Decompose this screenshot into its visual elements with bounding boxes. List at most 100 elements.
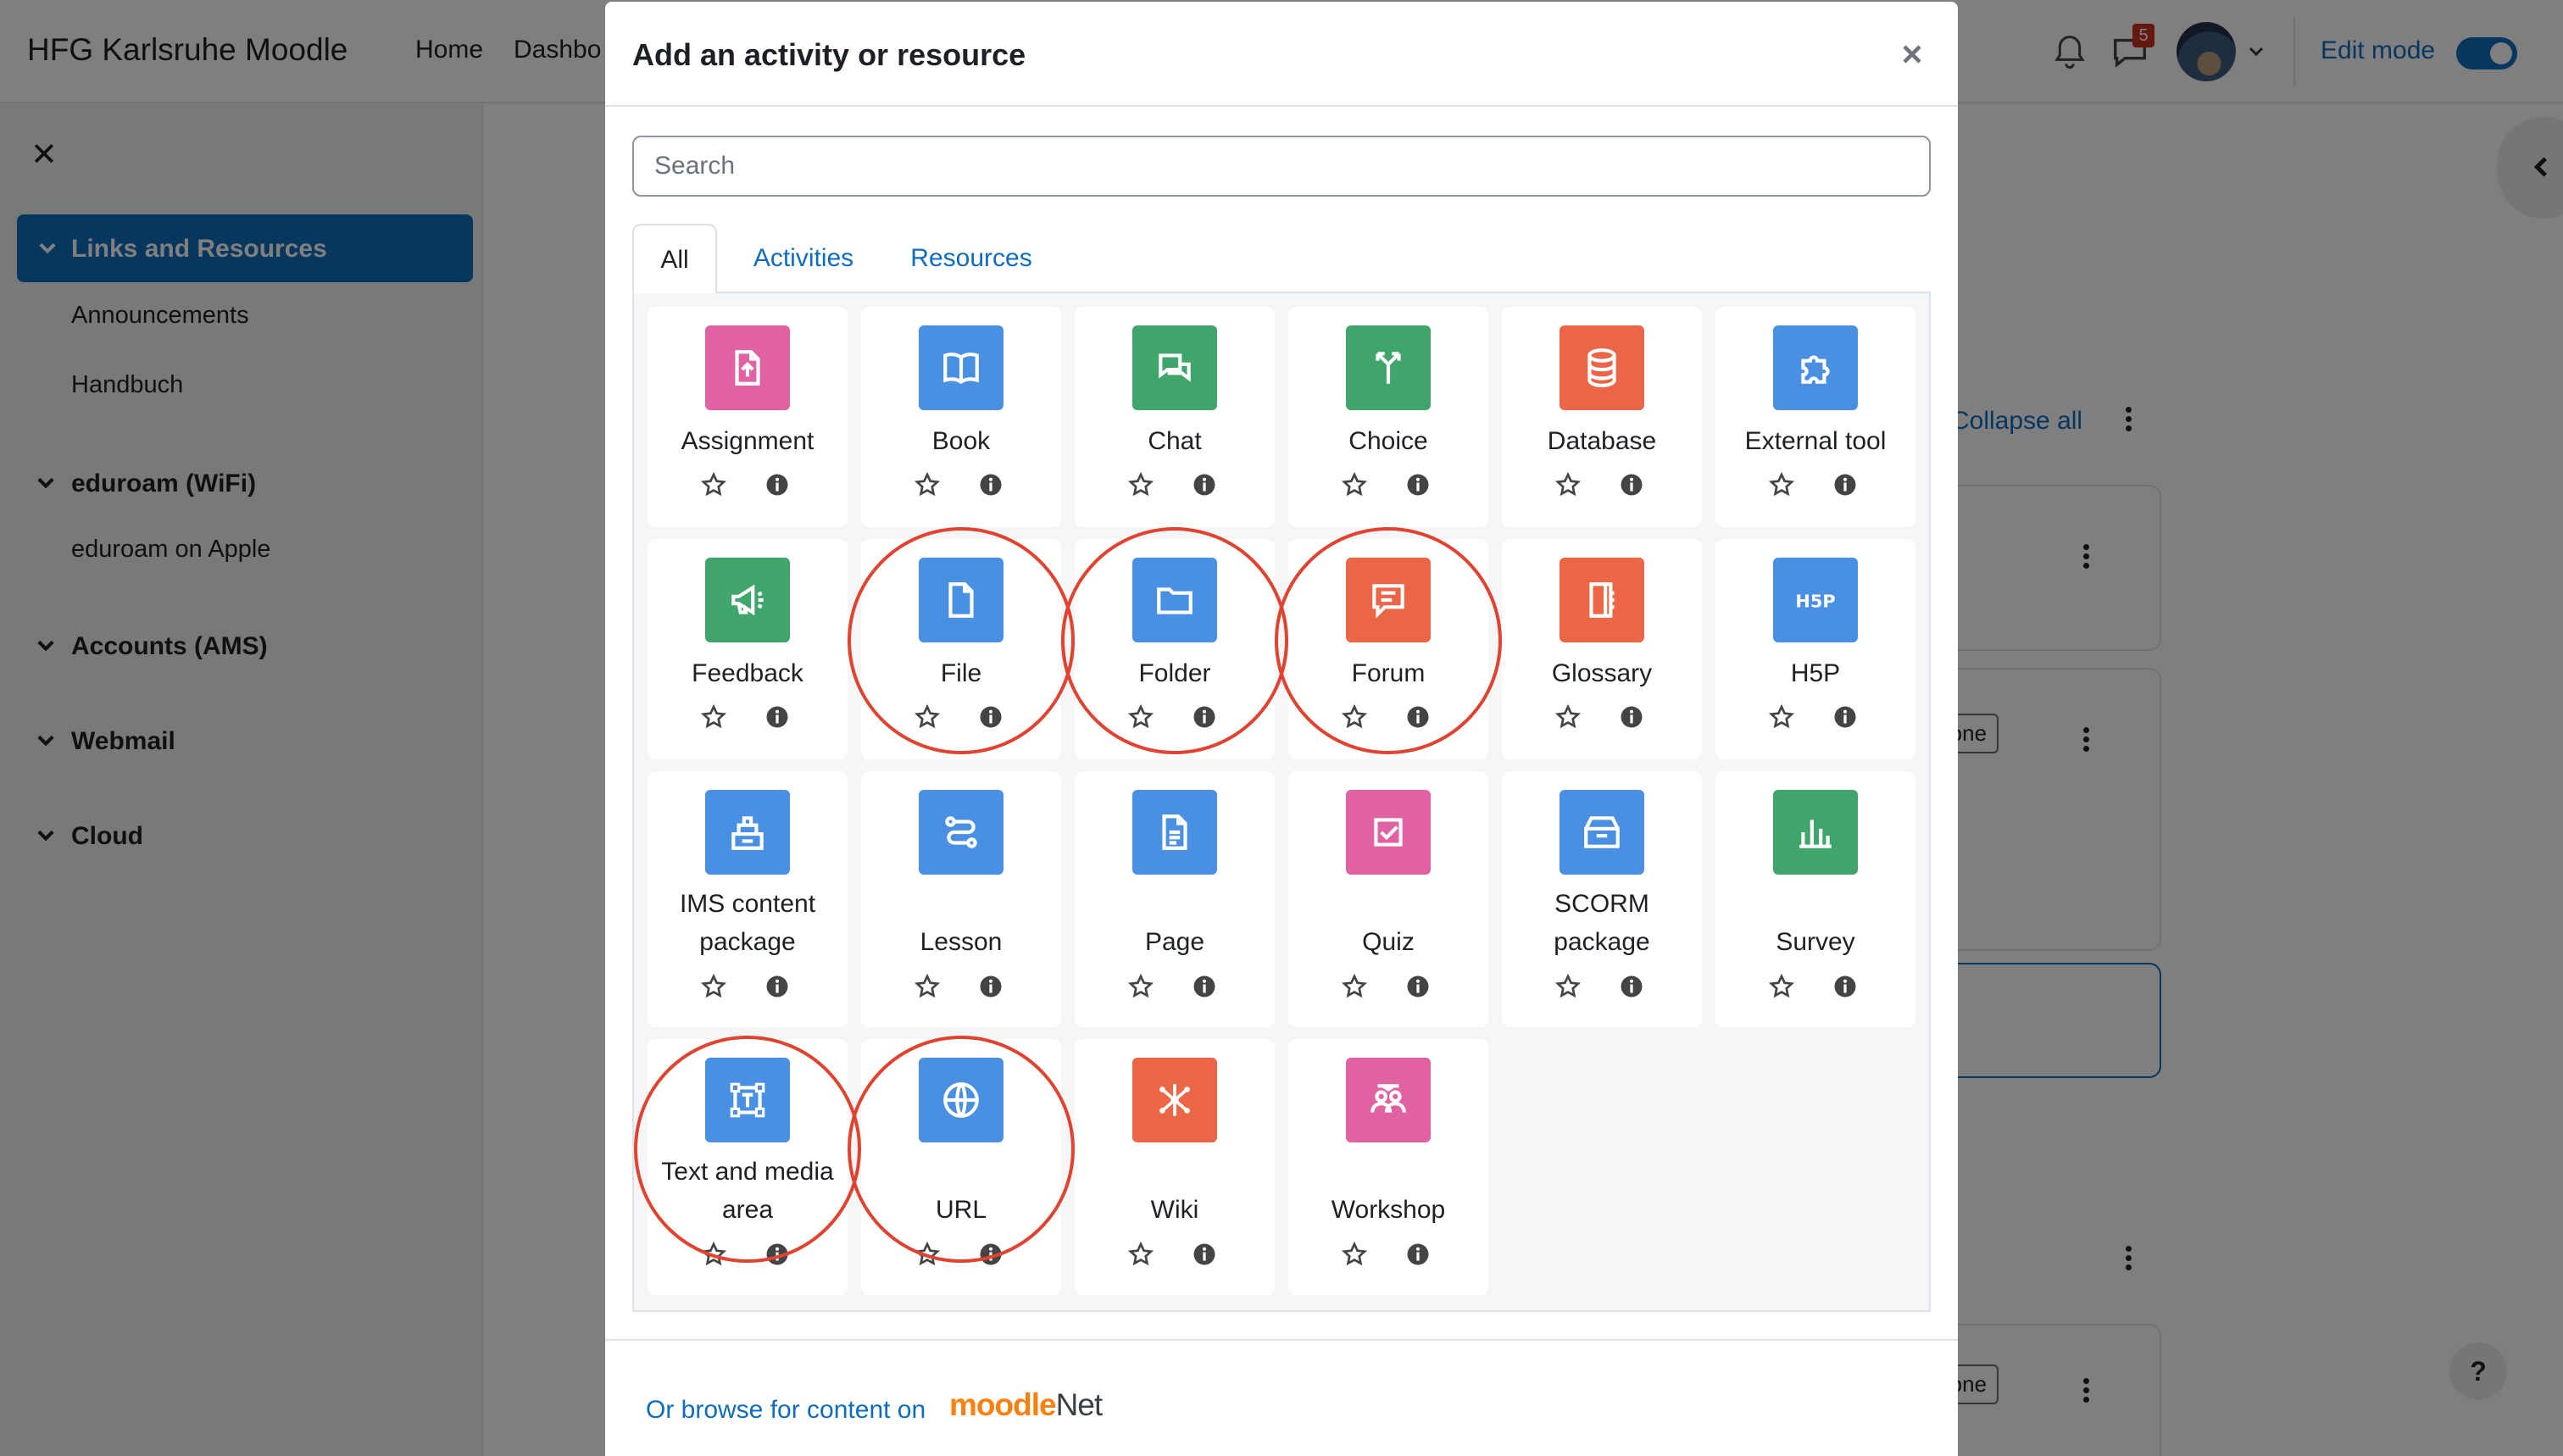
star-icon[interactable]: [1768, 471, 1795, 498]
info-icon[interactable]: [1192, 704, 1217, 730]
activity-h5p[interactable]: H5P H5P: [1715, 539, 1915, 759]
h5p-icon-tile[interactable]: H5P: [1773, 558, 1858, 642]
activity-chat[interactable]: Chat: [1075, 307, 1275, 527]
database-icon-tile[interactable]: [1559, 325, 1644, 410]
star-icon[interactable]: [1341, 973, 1368, 1000]
activity-feedback[interactable]: Feedback: [648, 539, 848, 759]
folder-icon-tile[interactable]: [1132, 558, 1217, 642]
info-icon[interactable]: [1192, 1242, 1217, 1267]
info-icon[interactable]: [1405, 974, 1431, 999]
star-icon[interactable]: [914, 703, 941, 731]
activity-name[interactable]: Assignment: [648, 422, 848, 460]
info-icon[interactable]: [764, 472, 790, 497]
activity-name[interactable]: Text and media area: [648, 1153, 848, 1229]
text-media-icon-tile[interactable]: [705, 1058, 790, 1142]
activity-name[interactable]: Forum: [1288, 654, 1488, 692]
activity-name[interactable]: Feedback: [648, 654, 848, 692]
info-icon[interactable]: [764, 1242, 790, 1267]
star-icon[interactable]: [1554, 973, 1582, 1000]
activity-name[interactable]: Choice: [1288, 422, 1488, 460]
activity-page[interactable]: Page: [1075, 771, 1275, 1027]
activity-forum[interactable]: Forum: [1288, 539, 1488, 759]
activity-file[interactable]: File: [861, 539, 1061, 759]
forum-icon-tile[interactable]: [1346, 558, 1431, 642]
activity-text-and-media-area[interactable]: Text and media area: [648, 1039, 848, 1295]
star-icon[interactable]: [1127, 703, 1154, 731]
info-icon[interactable]: [1832, 472, 1858, 497]
info-icon[interactable]: [1619, 704, 1644, 730]
book-icon-tile[interactable]: [919, 325, 1004, 410]
activity-name[interactable]: H5P: [1715, 654, 1915, 692]
activity-survey[interactable]: Survey: [1715, 771, 1915, 1027]
activity-name[interactable]: Page: [1075, 885, 1275, 961]
info-icon[interactable]: [1832, 974, 1858, 999]
tab-resources[interactable]: Resources: [887, 224, 1056, 293]
info-icon[interactable]: [978, 974, 1004, 999]
info-icon[interactable]: [978, 1242, 1004, 1267]
activity-name[interactable]: SCORM package: [1502, 885, 1702, 961]
info-icon[interactable]: [1405, 1242, 1431, 1267]
star-icon[interactable]: [700, 973, 727, 1000]
star-icon[interactable]: [1127, 471, 1154, 498]
activity-name[interactable]: File: [861, 654, 1061, 692]
activity-scorm-package[interactable]: SCORM package: [1502, 771, 1702, 1027]
glossary-icon-tile[interactable]: [1559, 558, 1644, 642]
info-icon[interactable]: [1619, 974, 1644, 999]
activity-name[interactable]: Quiz: [1288, 885, 1488, 961]
activity-choice[interactable]: Choice: [1288, 307, 1488, 527]
activity-quiz[interactable]: Quiz: [1288, 771, 1488, 1027]
activity-name[interactable]: Glossary: [1502, 654, 1702, 692]
file-icon-tile[interactable]: [919, 558, 1004, 642]
globe-icon-tile[interactable]: [919, 1058, 1004, 1142]
moodlenet-logo[interactable]: moodleNet: [949, 1387, 1103, 1423]
activity-folder[interactable]: Folder: [1075, 539, 1275, 759]
activity-name[interactable]: Folder: [1075, 654, 1275, 692]
star-icon[interactable]: [1554, 471, 1582, 498]
activity-name[interactable]: External tool: [1715, 422, 1915, 460]
info-icon[interactable]: [978, 472, 1004, 497]
wiki-icon-tile[interactable]: [1132, 1058, 1217, 1142]
scorm-icon-tile[interactable]: [1559, 790, 1644, 875]
activity-workshop[interactable]: Workshop: [1288, 1039, 1488, 1295]
activity-lesson[interactable]: Lesson: [861, 771, 1061, 1027]
star-icon[interactable]: [1341, 1241, 1368, 1268]
star-icon[interactable]: [700, 471, 727, 498]
activity-name[interactable]: Survey: [1715, 885, 1915, 961]
activity-name[interactable]: Lesson: [861, 885, 1061, 961]
quiz-icon-tile[interactable]: [1346, 790, 1431, 875]
activity-name[interactable]: Wiki: [1075, 1153, 1275, 1229]
star-icon[interactable]: [1341, 471, 1368, 498]
star-icon[interactable]: [1341, 703, 1368, 731]
package-icon-tile[interactable]: [705, 790, 790, 875]
info-icon[interactable]: [978, 704, 1004, 730]
puzzle-icon-tile[interactable]: [1773, 325, 1858, 410]
info-icon[interactable]: [764, 974, 790, 999]
activity-url[interactable]: URL: [861, 1039, 1061, 1295]
activity-external-tool[interactable]: External tool: [1715, 307, 1915, 527]
star-icon[interactable]: [1127, 1241, 1154, 1268]
info-icon[interactable]: [1405, 472, 1431, 497]
activity-name[interactable]: Workshop: [1288, 1153, 1488, 1229]
info-icon[interactable]: [1832, 704, 1858, 730]
search-input[interactable]: [632, 136, 1931, 197]
info-icon[interactable]: [1192, 974, 1217, 999]
choice-icon-tile[interactable]: [1346, 325, 1431, 410]
activity-book[interactable]: Book: [861, 307, 1061, 527]
activity-glossary[interactable]: Glossary: [1502, 539, 1702, 759]
star-icon[interactable]: [914, 973, 941, 1000]
tab-activities[interactable]: Activities: [727, 224, 880, 293]
tab-all[interactable]: All: [632, 224, 717, 295]
info-icon[interactable]: [1192, 472, 1217, 497]
lesson-icon-tile[interactable]: [919, 790, 1004, 875]
star-icon[interactable]: [914, 1241, 941, 1268]
activity-name[interactable]: Book: [861, 422, 1061, 460]
activity-name[interactable]: Chat: [1075, 422, 1275, 460]
activity-wiki[interactable]: Wiki: [1075, 1039, 1275, 1295]
close-icon[interactable]: [1897, 39, 1927, 69]
star-icon[interactable]: [1768, 973, 1795, 1000]
activity-assignment[interactable]: Assignment: [648, 307, 848, 527]
star-icon[interactable]: [1127, 973, 1154, 1000]
star-icon[interactable]: [1768, 703, 1795, 731]
star-icon[interactable]: [914, 471, 941, 498]
chat-icon-tile[interactable]: [1132, 325, 1217, 410]
